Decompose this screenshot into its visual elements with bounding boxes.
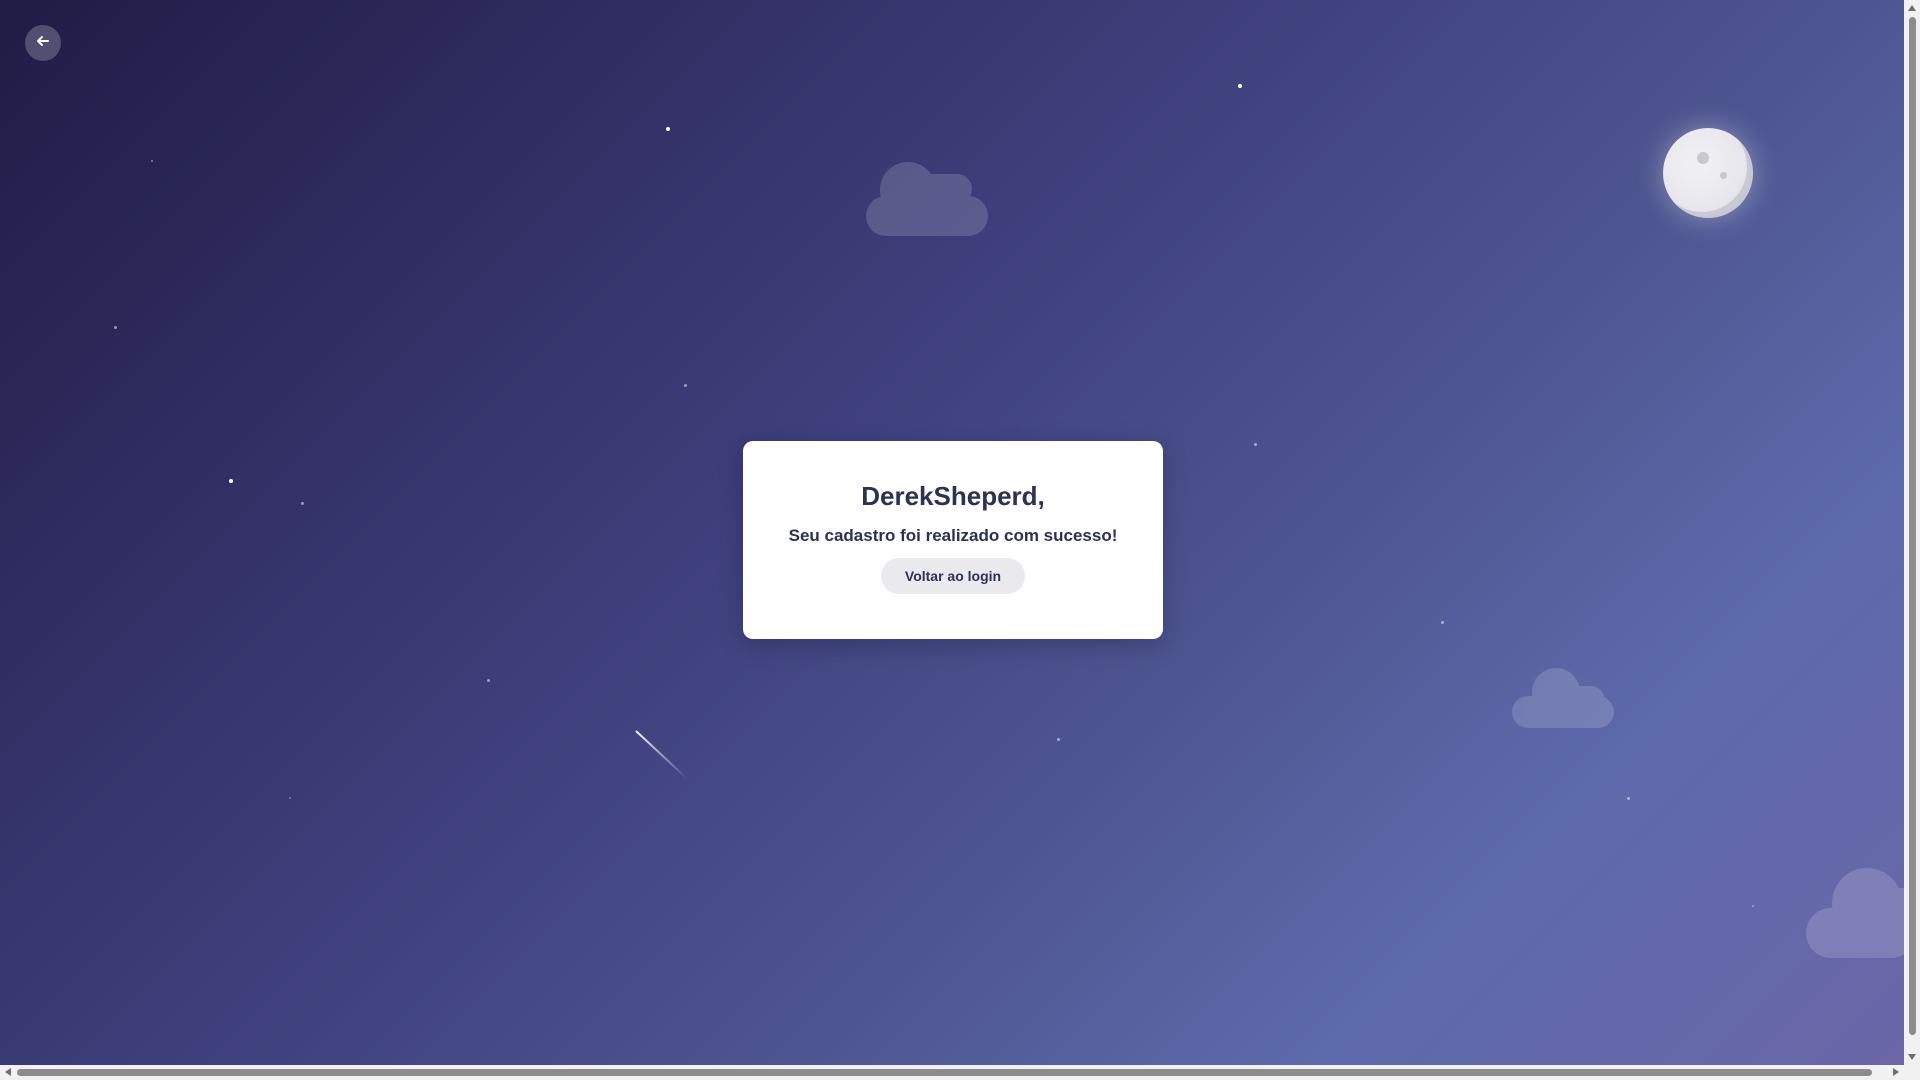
star (684, 384, 687, 387)
success-card: DerekSheperd, Seu cadastro foi realizado… (743, 441, 1163, 639)
star (487, 679, 490, 682)
star (114, 326, 117, 329)
star (301, 502, 304, 505)
horizontal-scroll-thumb[interactable] (17, 1069, 1872, 1076)
vertical-scroll-thumb[interactable] (1909, 17, 1916, 1035)
cloud (866, 162, 988, 238)
star (289, 797, 291, 799)
scroll-down-arrow-icon[interactable] (1908, 1054, 1916, 1060)
star (151, 160, 153, 162)
horizontal-scrollbar[interactable] (0, 1065, 1904, 1080)
success-message: Seu cadastro foi realizado com sucesso! (788, 526, 1118, 545)
moon-crater (1720, 172, 1727, 179)
star (1627, 797, 1630, 800)
cloud (1512, 668, 1614, 728)
star (1238, 84, 1242, 88)
star (1441, 621, 1444, 624)
scrollbar-corner (1904, 1065, 1920, 1080)
night-sky-background: DerekSheperd, Seu cadastro foi realizado… (0, 0, 1904, 1065)
back-to-login-button[interactable]: Voltar ao login (880, 558, 1026, 594)
vertical-scrollbar[interactable] (1904, 0, 1920, 1065)
scroll-left-arrow-icon[interactable] (5, 1068, 11, 1076)
scroll-up-arrow-icon[interactable] (1908, 5, 1916, 11)
moon-crater (1697, 152, 1709, 164)
back-button[interactable] (25, 25, 61, 61)
arrow-left-icon (35, 33, 51, 54)
star (1057, 738, 1060, 741)
star (1752, 905, 1754, 907)
star (1254, 443, 1257, 446)
cloud (1806, 868, 1904, 960)
star (666, 127, 670, 131)
shooting-star (635, 730, 688, 780)
moon (1663, 128, 1753, 218)
user-greeting-title: DerekSheperd, (861, 481, 1045, 511)
star (229, 479, 233, 483)
scroll-right-arrow-icon[interactable] (1893, 1068, 1899, 1076)
